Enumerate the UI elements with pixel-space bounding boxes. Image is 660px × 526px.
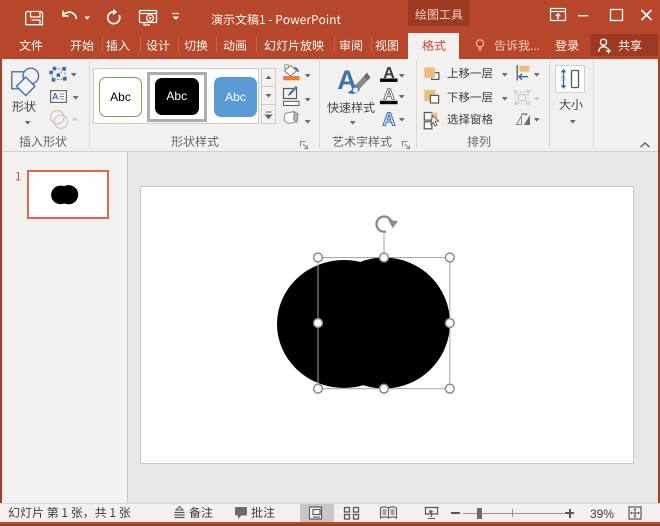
svg-text:A: A [52,91,59,101]
svg-text:A: A [383,110,396,129]
